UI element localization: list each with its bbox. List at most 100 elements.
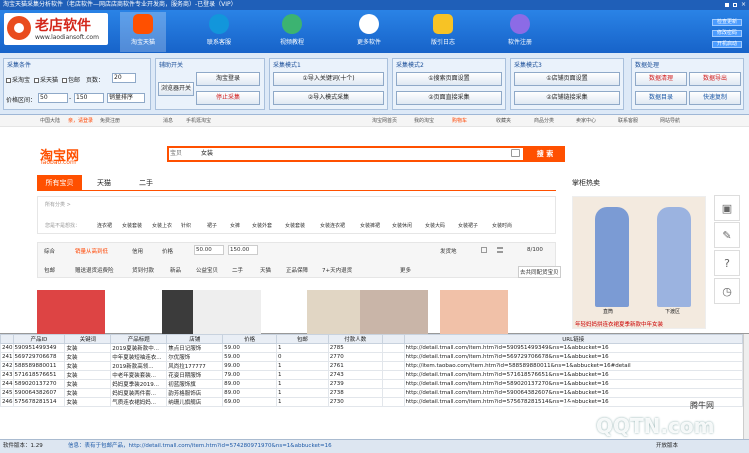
clock-icon[interactable]: ◷ bbox=[714, 278, 740, 304]
col-header-product-id[interactable]: 产品ID bbox=[12, 334, 66, 344]
sort-credit[interactable]: 信用 bbox=[132, 247, 143, 255]
data-export-button[interactable]: 数据导出 bbox=[689, 72, 741, 86]
check-charity[interactable]: 公益宝贝 bbox=[196, 266, 218, 274]
stop-collect-button[interactable]: 停止采集 bbox=[196, 91, 260, 105]
search-input[interactable]: 女装 bbox=[201, 148, 213, 160]
search-button[interactable]: 搜 索 bbox=[525, 146, 565, 162]
table-row[interactable]: 244 589020137270 女装 妈妈夏季装2019... 初蓝服饰旗 89.00 1… bbox=[0, 379, 743, 389]
register-link[interactable]: 免费注册 bbox=[100, 117, 120, 124]
sort-select[interactable]: 销量排序 bbox=[107, 93, 145, 103]
filter-item[interactable]: 连衣裙 bbox=[97, 222, 112, 229]
taobao-search-box[interactable] bbox=[167, 146, 525, 162]
check-cod[interactable]: 货到付款 bbox=[132, 266, 154, 274]
filter-item[interactable]: 女装套装 bbox=[285, 222, 305, 229]
sort-sales[interactable]: 销量从高到低 bbox=[75, 247, 108, 255]
seller-center-link[interactable]: 卖家中心 bbox=[576, 117, 596, 124]
filter-item[interactable]: 女装大码 bbox=[425, 222, 445, 229]
messages-link[interactable]: 消息 bbox=[163, 117, 173, 124]
check-taobao[interactable]: 采淘宝 bbox=[6, 75, 30, 84]
edit-icon[interactable]: ✎ bbox=[714, 222, 740, 248]
product-thumbnail[interactable] bbox=[37, 290, 105, 334]
filter-item[interactable]: 女装裤裙 bbox=[360, 222, 380, 229]
check-tmall[interactable]: 采天猫 bbox=[34, 75, 58, 84]
nav-contact-service[interactable]: 联系客服 bbox=[196, 12, 242, 52]
tab-secondhand[interactable]: 二手 bbox=[126, 175, 166, 191]
help-icon[interactable]: ? bbox=[714, 250, 740, 276]
tab-all-items[interactable]: 所有宝贝 bbox=[37, 175, 82, 191]
check-free-ship[interactable]: 包邮 bbox=[44, 266, 55, 274]
all-categories[interactable]: 所有分类 > bbox=[45, 201, 71, 208]
gift-icon[interactable]: ▣ bbox=[714, 195, 740, 221]
col-header[interactable] bbox=[381, 334, 405, 344]
filter-item[interactable]: 女装时尚 bbox=[492, 222, 512, 229]
table-row[interactable]: 242 588589880011 女装 2019新款高领... 风尚拉177777 99.… bbox=[0, 361, 743, 371]
filter-item[interactable]: 裙子 bbox=[207, 222, 217, 229]
cart-link[interactable]: 购物车 bbox=[452, 117, 467, 124]
import-mode-collect-button[interactable]: ②导入模式采集 bbox=[273, 91, 384, 105]
camera-icon[interactable] bbox=[511, 149, 520, 157]
product-thumbnail[interactable] bbox=[193, 290, 261, 334]
region-link[interactable]: 中国大陆 bbox=[40, 117, 60, 124]
filter-item[interactable]: 女装裙子 bbox=[458, 222, 478, 229]
price-min-filter[interactable]: 50.00 bbox=[194, 245, 224, 255]
service-link[interactable]: 联系客服 bbox=[618, 117, 638, 124]
table-row[interactable]: 243 571618576651 女装 中老年夏装套装... 花姿日期服饰 79.00 1 2… bbox=[0, 370, 743, 380]
product-thumbnail[interactable] bbox=[360, 290, 428, 334]
filter-item[interactable]: 针织 bbox=[181, 222, 191, 229]
table-row[interactable]: 241 569729706678 女装 中年夏装短袖连衣... 尔优服饰 59.00 0 27… bbox=[0, 352, 743, 362]
col-header-buyers[interactable]: 付款人数 bbox=[327, 334, 383, 344]
close-icon[interactable]: × bbox=[741, 2, 747, 8]
ship-from-filter[interactable]: 发货地 bbox=[440, 247, 457, 255]
col-header-shop[interactable]: 店铺 bbox=[166, 334, 224, 344]
change-password-button[interactable]: 修改密码 bbox=[712, 30, 742, 37]
check-return-insurance[interactable]: 赠送退货运费险 bbox=[75, 266, 114, 274]
browser-toggle-button[interactable]: 浏览器开关 bbox=[158, 82, 194, 96]
check-update-button[interactable]: 检查更新 bbox=[712, 19, 742, 26]
check-tmall[interactable]: 天猫 bbox=[260, 266, 271, 274]
data-clean-button[interactable]: 数据清理 bbox=[635, 72, 687, 86]
col-header-price[interactable]: 价格 bbox=[222, 334, 277, 344]
col-header-url[interactable]: URL链接 bbox=[403, 334, 743, 344]
filter-item[interactable]: 女装连衣裙 bbox=[320, 222, 345, 229]
filter-item[interactable]: 女装外套 bbox=[252, 222, 272, 229]
col-header-free-shipping[interactable]: 包邮 bbox=[275, 334, 329, 344]
my-taobao-link[interactable]: 我的淘宝 bbox=[414, 117, 434, 124]
taobao-home-link[interactable]: 淘宝网首页 bbox=[372, 117, 397, 124]
table-row[interactable]: 240 590951499349 女装 2019夏装新款中... 焦点日记服饰 59.00… bbox=[0, 343, 743, 353]
hot-sale-ad[interactable]: 直筒 下渡区 年轻妈妈拼连衣裙夏季新款中年女装 bbox=[572, 196, 706, 329]
sort-default[interactable]: 综合 bbox=[44, 247, 55, 255]
col-header-title[interactable]: 产品标题 bbox=[110, 334, 168, 344]
filter-item[interactable]: 女装休闲 bbox=[392, 222, 412, 229]
nav-video-tutorial[interactable]: 视频教程 bbox=[269, 12, 315, 52]
maximize-icon[interactable] bbox=[733, 3, 737, 7]
login-link[interactable]: 亲，请登录 bbox=[68, 117, 93, 124]
site-nav-link[interactable]: 网站导航 bbox=[660, 117, 680, 124]
tab-tmall[interactable]: 天猫 bbox=[84, 175, 124, 191]
check-new[interactable]: 新品 bbox=[170, 266, 181, 274]
page-direct-collect-button[interactable]: ②页面直接采集 bbox=[396, 91, 502, 105]
search-page-settings-button[interactable]: ①搜索页面设置 bbox=[396, 72, 502, 86]
import-keywords-button[interactable]: ①导入关键词(十个) bbox=[273, 72, 384, 86]
more-filters[interactable]: 更多 bbox=[400, 266, 411, 274]
check-secondhand[interactable]: 二手 bbox=[232, 266, 243, 274]
check-free-shipping[interactable]: 包邮 bbox=[62, 75, 80, 84]
table-row[interactable]: 245 590064382607 女装 妈妈夏装两件套... 韵芳格服饰店 89.00 1 2… bbox=[0, 388, 743, 398]
grid-view-icon[interactable] bbox=[481, 247, 487, 253]
price-min-input[interactable]: 50 bbox=[38, 93, 68, 103]
nav-release-notes[interactable]: 版引日志 bbox=[420, 12, 466, 52]
minimize-icon[interactable] bbox=[725, 3, 729, 7]
check-7day-return[interactable]: 7+天内退货 bbox=[322, 266, 352, 274]
data-directory-button[interactable]: 数据目录 bbox=[635, 91, 687, 105]
favorites-link[interactable]: 收藏夹 bbox=[496, 117, 511, 124]
mobile-link[interactable]: 手机逛淘宝 bbox=[186, 117, 211, 124]
sort-price[interactable]: 价格 bbox=[162, 247, 173, 255]
check-genuine[interactable]: 正品保障 bbox=[286, 266, 308, 274]
filter-item[interactable]: 女装套装 bbox=[122, 222, 142, 229]
price-max-input[interactable]: 150 bbox=[74, 93, 104, 103]
same-supply-button[interactable]: 去共同配货宝贝 bbox=[518, 266, 561, 278]
pages-input[interactable]: 20 bbox=[112, 73, 136, 83]
nav-more-software[interactable]: 更多软件 bbox=[346, 12, 392, 52]
col-header-keyword[interactable]: 关键词 bbox=[64, 334, 112, 344]
list-view-icon[interactable] bbox=[497, 247, 503, 253]
quick-copy-button[interactable]: 快速复制 bbox=[689, 91, 741, 105]
